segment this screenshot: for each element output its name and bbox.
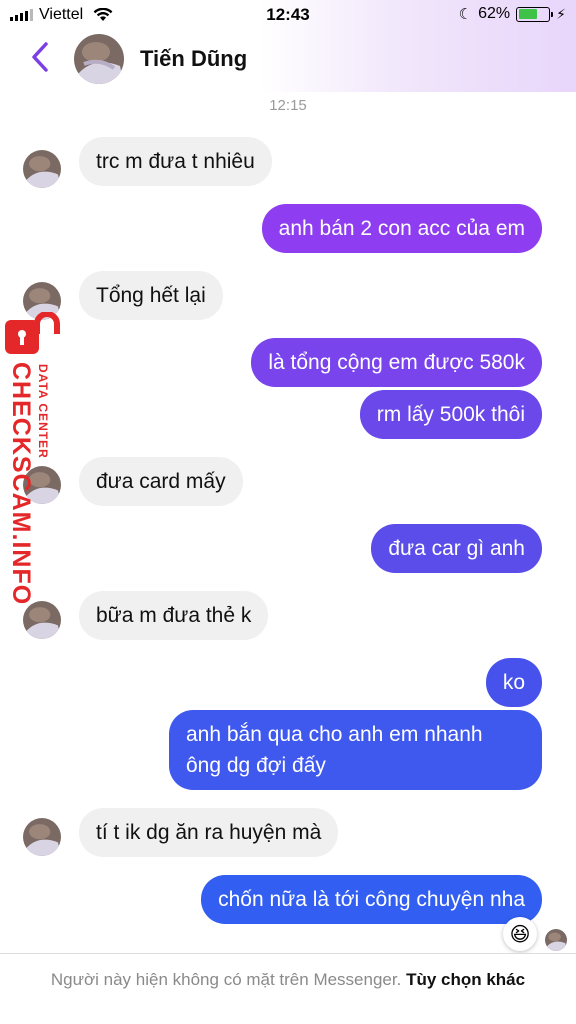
moon-icon: ☾ xyxy=(458,6,473,23)
chat-header: Viettel 12:43 ☾ 62% ⚡ Tiến Dũng xyxy=(0,0,576,92)
avatar-photo xyxy=(74,34,124,84)
timestamp-separator: 12:15 xyxy=(269,97,307,114)
charging-icon: ⚡ xyxy=(556,5,566,22)
message-line: anh bắn qua cho anh em nhanh xyxy=(186,723,483,746)
sender-avatar[interactable] xyxy=(23,601,61,639)
incoming-message[interactable]: bữa m đưa thẻ k xyxy=(79,591,269,640)
sender-avatar[interactable] xyxy=(23,150,61,188)
incoming-message[interactable]: đưa card mấy xyxy=(79,457,243,506)
outgoing-message[interactable]: chốn nữa là tới công chuyện nha xyxy=(201,875,542,924)
chevron-left-icon[interactable] xyxy=(28,40,52,74)
incoming-message[interactable]: trc m đưa t nhiêu xyxy=(79,137,272,186)
battery-level xyxy=(518,9,537,19)
lock-icon xyxy=(5,312,60,354)
footer-notice: Người này hiện không có mặt trên Messeng… xyxy=(50,968,526,992)
status-right: ☾ 62% ⚡ xyxy=(459,5,566,23)
outgoing-message[interactable]: anh bán 2 con acc của em xyxy=(261,204,542,253)
outgoing-message[interactable]: anh bắn qua cho anh em nhanh ông dg đợi … xyxy=(169,710,542,790)
outgoing-message[interactable]: ko xyxy=(485,658,542,707)
outgoing-message[interactable]: là tổng cộng em được 580k xyxy=(251,338,542,387)
outgoing-message[interactable]: rm lấy 500k thôi xyxy=(359,390,542,439)
watermark-text: CHECKSCAM.INFO xyxy=(7,362,35,606)
more-options-link[interactable]: Tùy chọn khác xyxy=(406,970,525,989)
battery-percent: 62% xyxy=(478,5,511,22)
status-bar: Viettel 12:43 ☾ 62% ⚡ xyxy=(0,0,576,30)
incoming-message[interactable]: Tổng hết lại xyxy=(79,271,223,320)
seen-avatar xyxy=(545,929,567,951)
footer-notice-bar: Người này hiện không có mặt trên Messeng… xyxy=(0,953,576,1024)
battery-icon xyxy=(516,6,554,22)
incoming-message[interactable]: tí t ik dg ăn ra huyện mà xyxy=(79,808,339,857)
contact-avatar[interactable] xyxy=(74,34,124,84)
outgoing-message[interactable]: đưa car gì anh xyxy=(371,524,542,573)
watermark-subtext: DATA CENTER xyxy=(36,364,50,459)
offline-notice: Người này hiện không có mặt trên Messeng… xyxy=(50,970,402,989)
contact-name[interactable]: Tiến Dũng xyxy=(140,46,247,72)
message-line: ông dg đợi đấy xyxy=(186,754,326,777)
sender-avatar[interactable] xyxy=(23,818,61,856)
laughing-emoji-reaction[interactable]: 😆 xyxy=(503,917,537,951)
